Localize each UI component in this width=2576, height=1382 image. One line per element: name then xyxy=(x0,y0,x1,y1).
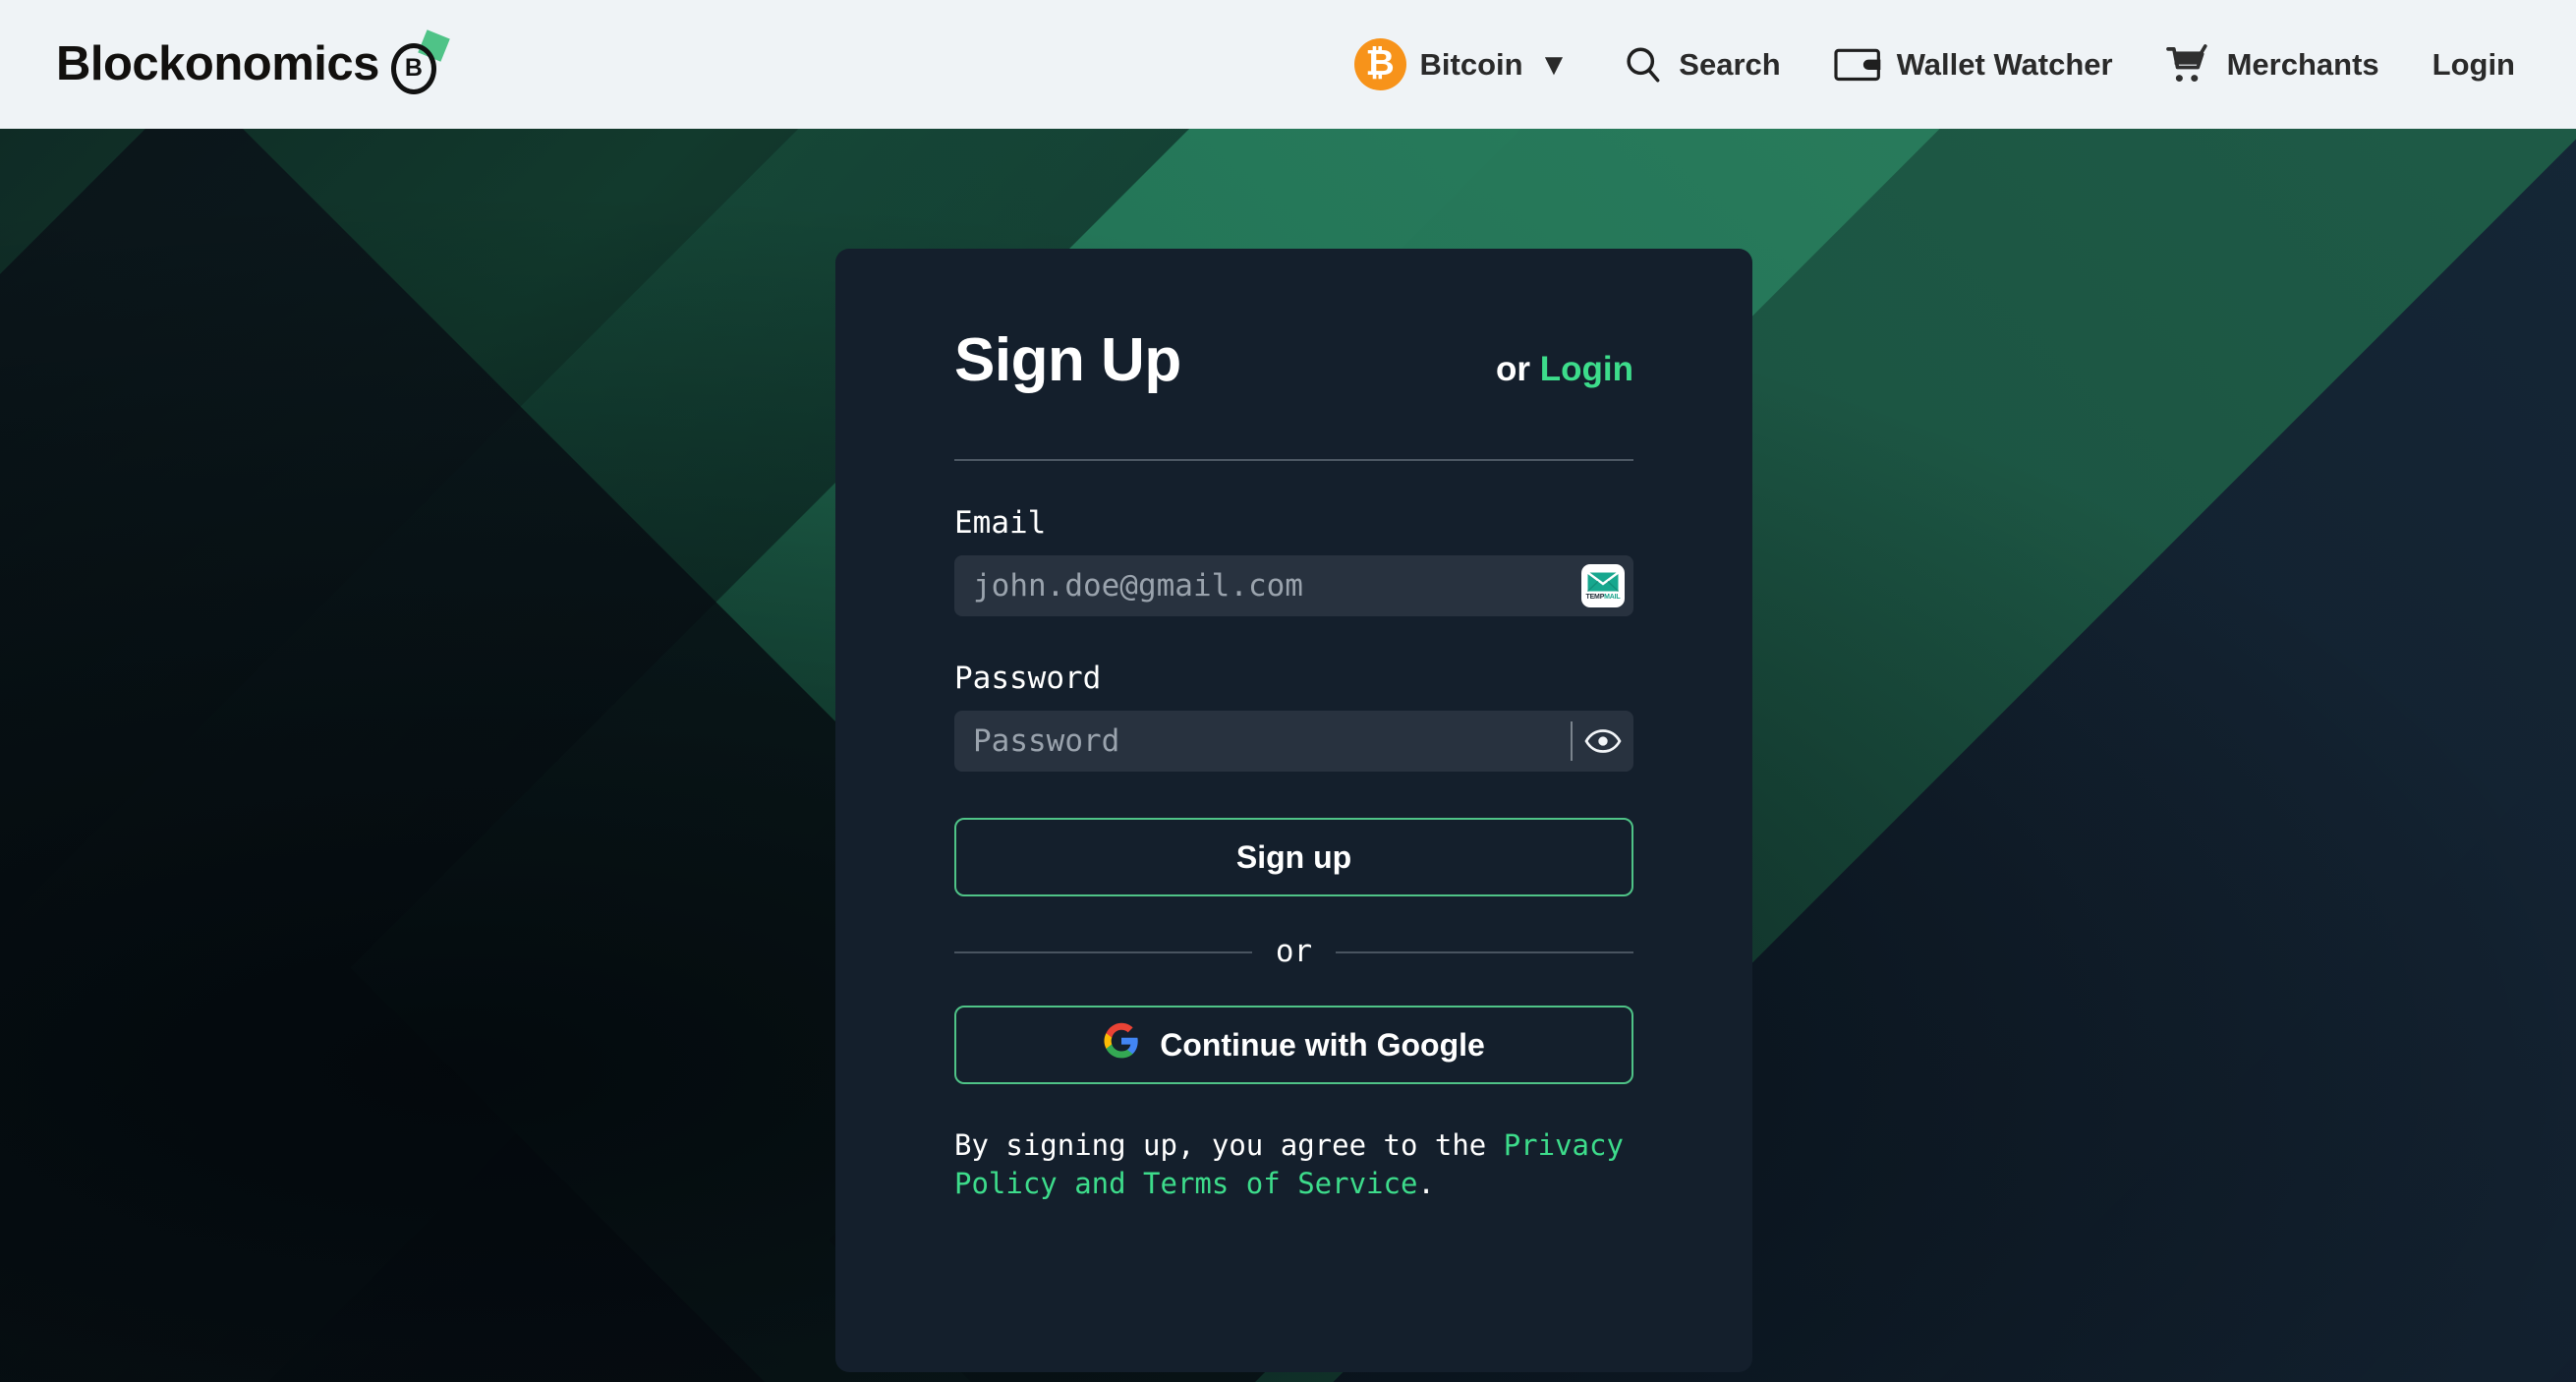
password-field-divider xyxy=(1571,721,1573,761)
login-link[interactable]: Login xyxy=(1540,350,1633,388)
signup-button[interactable]: Sign up xyxy=(954,818,1633,896)
or-divider-line-left xyxy=(954,950,1252,953)
terms-text: By signing up, you agree to the Privacy … xyxy=(954,1126,1633,1204)
nav-item-wallet-watcher-label: Wallet Watcher xyxy=(1896,47,2113,82)
blockonomics-b-icon: B xyxy=(389,29,450,94)
nav-item-bitcoin[interactable]: ₿ Bitcoin ▼ xyxy=(1353,38,1570,90)
tempmail-icon[interactable]: TEMPMAIL xyxy=(1581,564,1625,607)
nav-items: ₿ Bitcoin ▼ Search Wallet Watcher Mercha… xyxy=(1353,38,2515,90)
tempmail-label-temp: TEMP xyxy=(1585,594,1605,601)
nav-item-login[interactable]: Login xyxy=(2433,49,2515,80)
email-input-wrapper: TEMPMAIL xyxy=(954,555,1633,616)
login-switch-prefix: or xyxy=(1496,350,1540,388)
header-divider xyxy=(954,459,1633,461)
nav-item-search[interactable]: Search xyxy=(1622,43,1781,86)
signup-card: Sign Up or Login Email TEMPMAIL Password xyxy=(835,249,1752,1372)
card-header: Sign Up or Login xyxy=(954,249,1633,391)
page-title: Sign Up xyxy=(954,326,1181,394)
email-input[interactable] xyxy=(954,555,1581,616)
password-input-wrapper xyxy=(954,711,1633,772)
email-label: Email xyxy=(954,505,1047,541)
google-g-icon xyxy=(1103,1022,1140,1067)
brand-logo[interactable]: Blockonomics B xyxy=(56,29,450,94)
or-divider-line-right xyxy=(1336,950,1634,953)
top-navigation-bar: Blockonomics B ₿ Bitcoin ▼ Search Wallet… xyxy=(0,0,2576,129)
google-button-label: Continue with Google xyxy=(1160,1026,1485,1063)
chevron-down-icon: ▼ xyxy=(1538,46,1570,82)
password-label: Password xyxy=(954,661,1102,696)
bitcoin-icon: ₿ xyxy=(1353,38,1406,90)
password-input[interactable] xyxy=(954,711,1571,772)
shopping-cart-icon xyxy=(2165,43,2213,86)
terms-tail: . xyxy=(1417,1167,1435,1201)
nav-item-merchants[interactable]: Merchants xyxy=(2165,43,2379,86)
nav-item-search-label: Search xyxy=(1679,47,1781,82)
nav-item-login-label: Login xyxy=(2432,47,2515,82)
login-switch: or Login xyxy=(1496,352,1633,386)
search-icon xyxy=(1622,43,1665,86)
terms-lead: By signing up, you agree to the xyxy=(954,1128,1504,1162)
tempmail-label-mail: MAIL xyxy=(1604,594,1621,601)
nav-item-bitcoin-label: Bitcoin xyxy=(1419,47,1523,82)
brand-mark-letter: B xyxy=(404,54,423,82)
eye-icon[interactable] xyxy=(1578,717,1628,766)
wallet-icon xyxy=(1834,45,1883,85)
nav-item-merchants-label: Merchants xyxy=(2226,47,2379,82)
or-divider: or xyxy=(954,934,1634,969)
or-divider-label: or xyxy=(1275,934,1313,969)
brand-name: Blockonomics xyxy=(56,37,379,90)
signup-button-label: Sign up xyxy=(1235,838,1352,875)
nav-item-wallet-watcher[interactable]: Wallet Watcher xyxy=(1834,45,2113,85)
continue-with-google-button[interactable]: Continue with Google xyxy=(954,1006,1633,1084)
